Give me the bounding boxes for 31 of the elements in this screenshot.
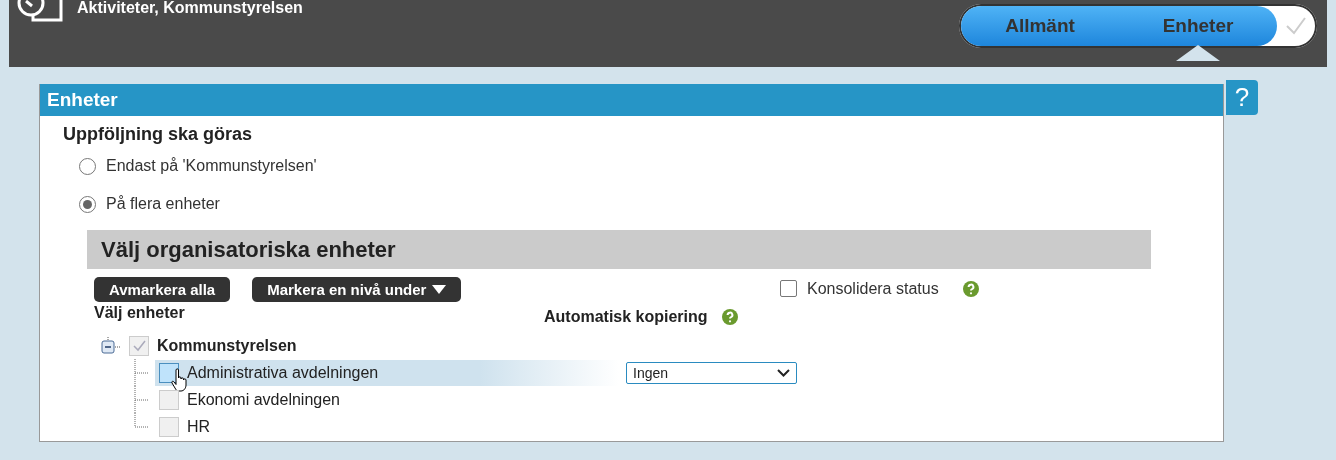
help-icon[interactable] — [721, 309, 738, 325]
tree-checkbox[interactable] — [159, 416, 179, 437]
section-heading: Uppföljning ska göras — [63, 124, 254, 145]
checkbox[interactable] — [780, 280, 797, 297]
radio-button[interactable] — [79, 195, 96, 213]
action-button[interactable]: Avmarkera alla — [94, 277, 231, 302]
radio-label: På flera enheter — [106, 195, 220, 213]
step-tab[interactable]: Enheter — [1119, 15, 1277, 37]
chevron-icon — [777, 368, 790, 377]
step-tab[interactable]: Allmänt — [961, 15, 1119, 37]
tree-node-label: Ekonomi avdelningen — [187, 390, 340, 409]
check-icon — [1285, 16, 1307, 36]
tree-checkbox[interactable] — [129, 335, 149, 356]
panel-title: Enheter — [40, 84, 1223, 116]
tree-label: Välj enheter — [94, 304, 186, 323]
action-button[interactable]: Markera en nivå under — [252, 277, 462, 302]
section-band: Välj organisatoriska enheter — [87, 230, 1151, 269]
collapse-icon[interactable] — [101, 336, 123, 355]
radio-button[interactable] — [79, 157, 96, 175]
tree-node-label: Kommunstyrelsen — [157, 336, 297, 355]
page-title: Aktiviteter, Kommunstyrelsen — [77, 0, 303, 17]
column-label: Automatisk kopiering — [544, 308, 708, 326]
radio-label: Endast på 'Kommunstyrelsen' — [106, 157, 317, 175]
copy-select[interactable]: Ingen — [626, 361, 797, 384]
tree-checkbox[interactable] — [159, 389, 179, 410]
tree-connector — [134, 359, 149, 386]
tree-node-label: Administrativa avdelningen — [187, 363, 379, 382]
check-icon — [132, 339, 146, 352]
tree-node-label: HR — [187, 417, 211, 436]
checkbox-label: Konsolidera status — [807, 279, 939, 298]
help-icon[interactable] — [962, 280, 979, 297]
